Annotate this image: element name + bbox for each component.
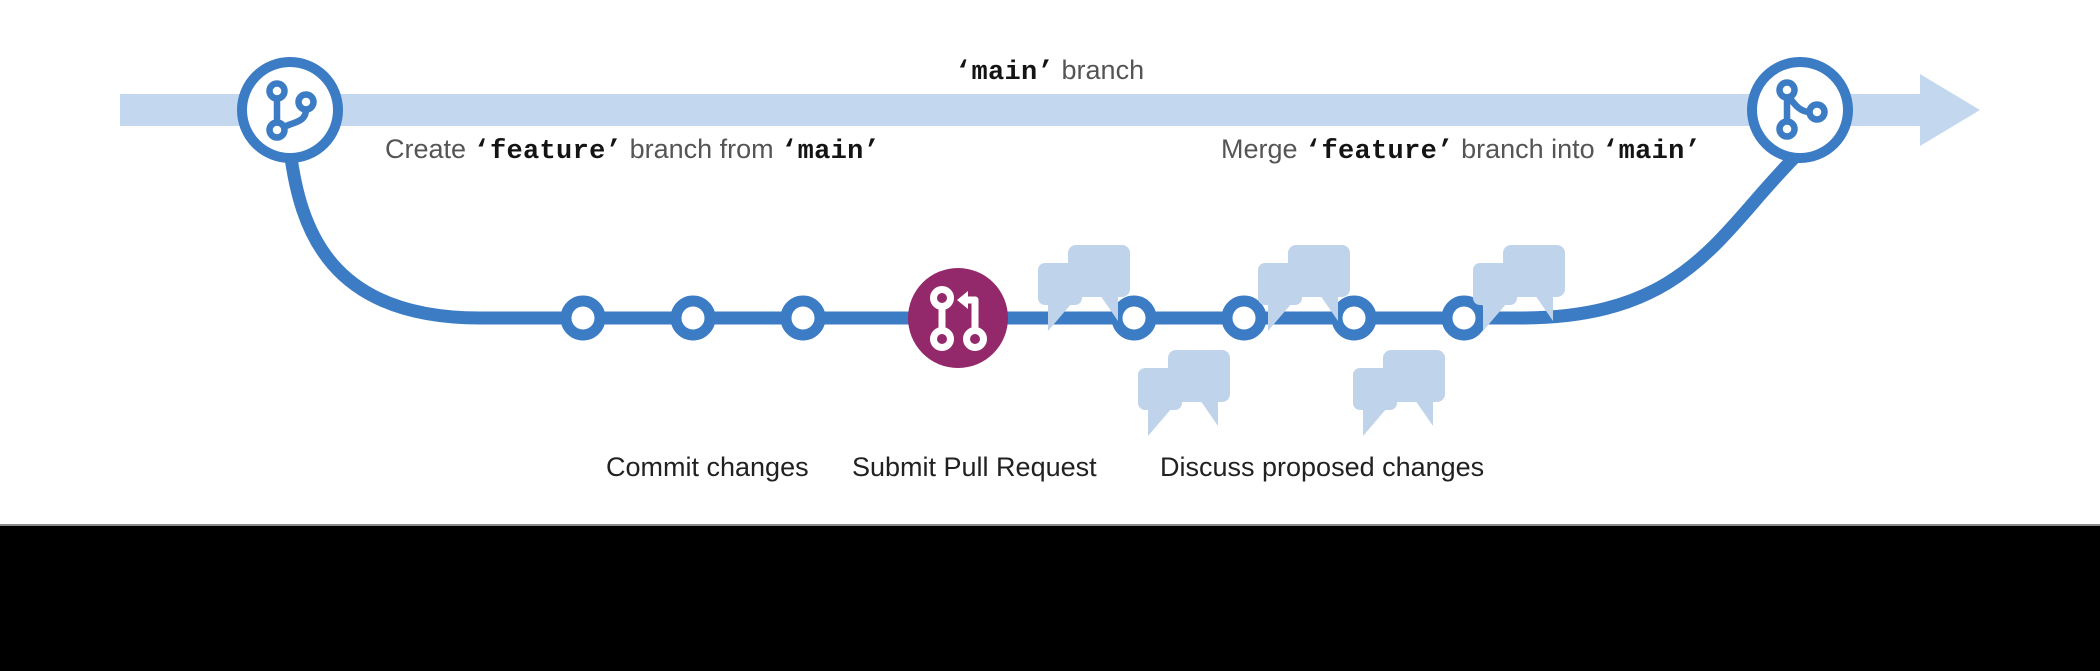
commit-node	[1221, 295, 1267, 341]
merge-branch-feature-code: ‘feature’	[1305, 137, 1454, 167]
caption-submit-pull-request: Submit Pull Request	[852, 452, 1097, 482]
merge-node[interactable]	[1747, 57, 1853, 163]
commit-node	[1331, 295, 1377, 341]
comment-bubbles-icon	[1138, 350, 1230, 436]
diagram-canvas: ‘main’ branch Create ‘feature’ branch fr…	[0, 0, 2100, 526]
merge-branch-main-code: ‘main’	[1602, 137, 1702, 167]
create-branch-middle: branch from	[622, 134, 782, 164]
commit-node	[670, 295, 716, 341]
caption-discuss-proposed-changes: Discuss proposed changes	[1160, 452, 1485, 482]
merge-branch-label: Merge ‘feature’ branch into ‘main’	[1221, 134, 1701, 167]
commit-node	[1441, 295, 1487, 341]
pull-request-node[interactable]	[908, 268, 1008, 368]
merge-branch-prefix: Merge	[1221, 134, 1306, 164]
main-branch-suffix: branch	[1054, 55, 1145, 85]
commit-node	[1111, 295, 1157, 341]
comment-bubbles-icon	[1353, 350, 1445, 436]
merge-branch-middle: branch into	[1453, 134, 1603, 164]
create-branch-feature-code: ‘feature’	[473, 137, 623, 167]
commit-node	[560, 295, 606, 341]
branch-out-node[interactable]	[237, 57, 343, 163]
create-branch-prefix: Create	[385, 134, 474, 164]
github-flow-diagram: ‘main’ branch Create ‘feature’ branch fr…	[0, 0, 2100, 671]
main-branch-label: ‘main’ branch	[955, 55, 1144, 88]
create-branch-label: Create ‘feature’ branch from ‘main’	[385, 134, 880, 167]
bottom-black-band	[0, 526, 2100, 671]
commit-node-group-before	[560, 295, 826, 341]
main-branch-code: ‘main’	[955, 58, 1055, 88]
create-branch-main-code: ‘main’	[781, 137, 881, 167]
caption-commit-changes: Commit changes	[606, 452, 809, 482]
comment-bubbles-group-below	[1138, 350, 1445, 436]
commit-node	[780, 295, 826, 341]
